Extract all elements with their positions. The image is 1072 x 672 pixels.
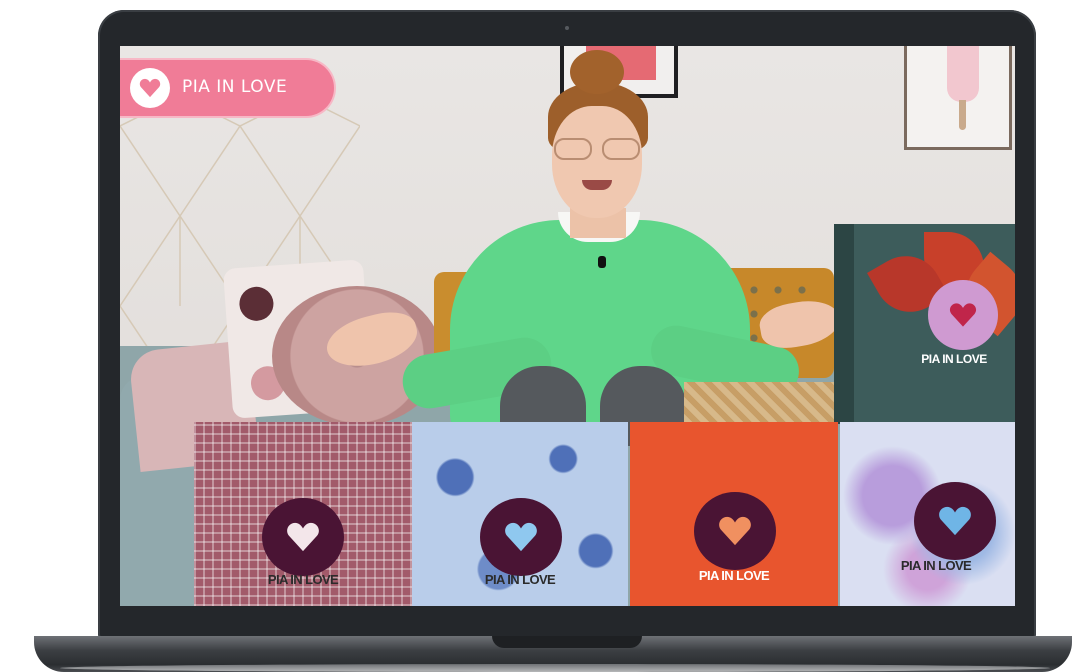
video-frame[interactable]: PIA IN LOVE PIA IN LOVE PIA IN LOVE PIA … (120, 46, 1015, 606)
laptop-shadow (60, 664, 1050, 672)
laptop-mockup: PIA IN LOVE PIA IN LOVE PIA IN LOVE PIA … (0, 0, 1072, 672)
box-label: PIA IN LOVE (484, 572, 556, 587)
camera-dot (565, 26, 569, 30)
gift-box-mosaic: PIA IN LOVE (194, 422, 412, 606)
box-label: PIA IN LOVE (267, 572, 339, 587)
heart-icon (130, 68, 170, 108)
large-box-label: PIA IN LOVE (921, 352, 987, 366)
channel-name: PIA IN LOVE (182, 77, 288, 97)
gift-box-orange: PIA IN LOVE (630, 422, 838, 606)
face (552, 106, 642, 218)
gift-box-watercolor: PIA IN LOVE (840, 422, 1015, 606)
gold-box (684, 382, 834, 422)
box-label: PIA IN LOVE (900, 558, 972, 573)
gift-box-paisley: PIA IN LOVE (412, 422, 628, 606)
heart-logo-icon (262, 498, 344, 576)
channel-badge[interactable]: PIA IN LOVE (120, 60, 334, 116)
laptop-hinge-notch (492, 636, 642, 648)
lapel-microphone (598, 256, 606, 268)
glasses (548, 138, 648, 162)
box-label: PIA IN LOVE (698, 568, 770, 583)
heart-logo-icon (694, 492, 776, 570)
popsicle-icon (947, 46, 979, 102)
heart-logo-icon (928, 280, 998, 350)
large-gift-box: PIA IN LOVE (834, 224, 1015, 424)
heart-logo-icon (914, 482, 996, 560)
popsicle-poster (904, 46, 1012, 150)
heart-logo-icon (480, 498, 562, 576)
